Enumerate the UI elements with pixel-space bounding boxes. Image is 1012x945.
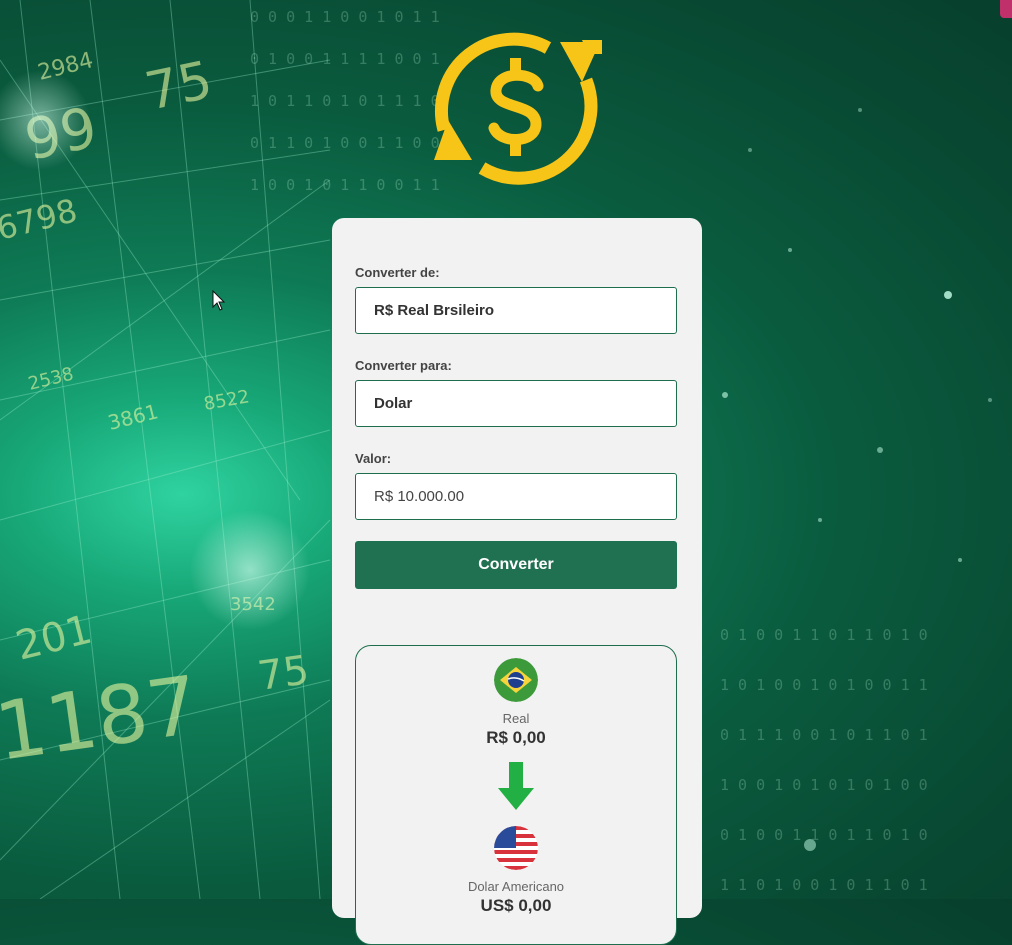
svg-text:75: 75 xyxy=(140,50,217,122)
arrow-down-icon xyxy=(498,762,534,810)
usa-flag-icon xyxy=(494,826,538,870)
brazil-flag-icon xyxy=(494,658,538,702)
from-label: Converter de: xyxy=(355,265,440,280)
to-currency-select[interactable]: Dolar xyxy=(355,380,677,427)
svg-text:2538: 2538 xyxy=(26,363,76,394)
svg-text:0 0 0 1 1 0 0 1 0 1 1: 0 0 0 1 1 0 0 1 0 1 1 xyxy=(250,8,440,26)
svg-text:0 1 0 0 1 1 0 1 1 0 1 0: 0 1 0 0 1 1 0 1 1 0 1 0 xyxy=(720,626,928,644)
amount-label: Valor: xyxy=(355,451,392,466)
svg-text:0 1 1 1 0 0 1 0 1 1 0 1: 0 1 1 1 0 0 1 0 1 1 0 1 xyxy=(720,726,928,744)
svg-text:1 0 0 1 0 1 1 0 0 1 1: 1 0 0 1 0 1 1 0 0 1 1 xyxy=(250,176,440,194)
svg-text:0 1 0 0 1 1 0 1 1 0 1 0: 0 1 0 0 1 1 0 1 1 0 1 0 xyxy=(720,826,928,844)
converter-card: Converter de: R$ Real Brsileiro Converte… xyxy=(332,218,702,945)
svg-text:6798: 6798 xyxy=(0,191,81,248)
svg-text:3861: 3861 xyxy=(105,399,160,435)
mouse-cursor-icon xyxy=(212,290,226,311)
from-currency-amount: R$ 0,00 xyxy=(486,728,546,747)
svg-text:1187: 1187 xyxy=(0,658,204,778)
result-panel: Real R$ 0,00 Dolar Americano US$ 0,00 xyxy=(355,645,677,945)
svg-text:1 0 0 1 0 1 0 1 0 1 0 0: 1 0 0 1 0 1 0 1 0 1 0 0 xyxy=(720,776,928,794)
svg-text:201: 201 xyxy=(11,607,96,670)
amount-input[interactable]: R$ 10.000.00 xyxy=(355,473,677,520)
svg-text:1 0 1 0 0 1 0 1 0 0 1 1: 1 0 1 0 0 1 0 1 0 0 1 1 xyxy=(720,676,928,694)
from-currency-name: Real xyxy=(502,711,530,726)
convert-button[interactable]: Converter xyxy=(355,541,677,589)
to-currency-name: Dolar Americano xyxy=(467,879,565,894)
svg-text:75: 75 xyxy=(255,647,312,700)
corner-indicator xyxy=(1000,0,1012,18)
to-currency-amount: US$ 0,00 xyxy=(480,896,552,915)
dollar-exchange-icon xyxy=(434,32,602,185)
svg-text:0 1 0 0 1 1 1 1 0 0 1: 0 1 0 0 1 1 1 1 0 0 1 xyxy=(250,50,440,68)
to-label: Converter para: xyxy=(355,358,452,373)
from-currency-select[interactable]: R$ Real Brsileiro xyxy=(355,287,677,334)
svg-text:0 1 1 0 1 0 0 1 1 0 0: 0 1 1 0 1 0 0 1 1 0 0 xyxy=(250,134,440,152)
svg-text:1 0 1 1 0 1 0 1 1 1 0: 1 0 1 1 0 1 0 1 1 1 0 xyxy=(250,92,440,110)
svg-text:1 1 0 1 0 0 1 0 1 1 0 1: 1 1 0 1 0 0 1 0 1 1 0 1 xyxy=(720,876,928,894)
